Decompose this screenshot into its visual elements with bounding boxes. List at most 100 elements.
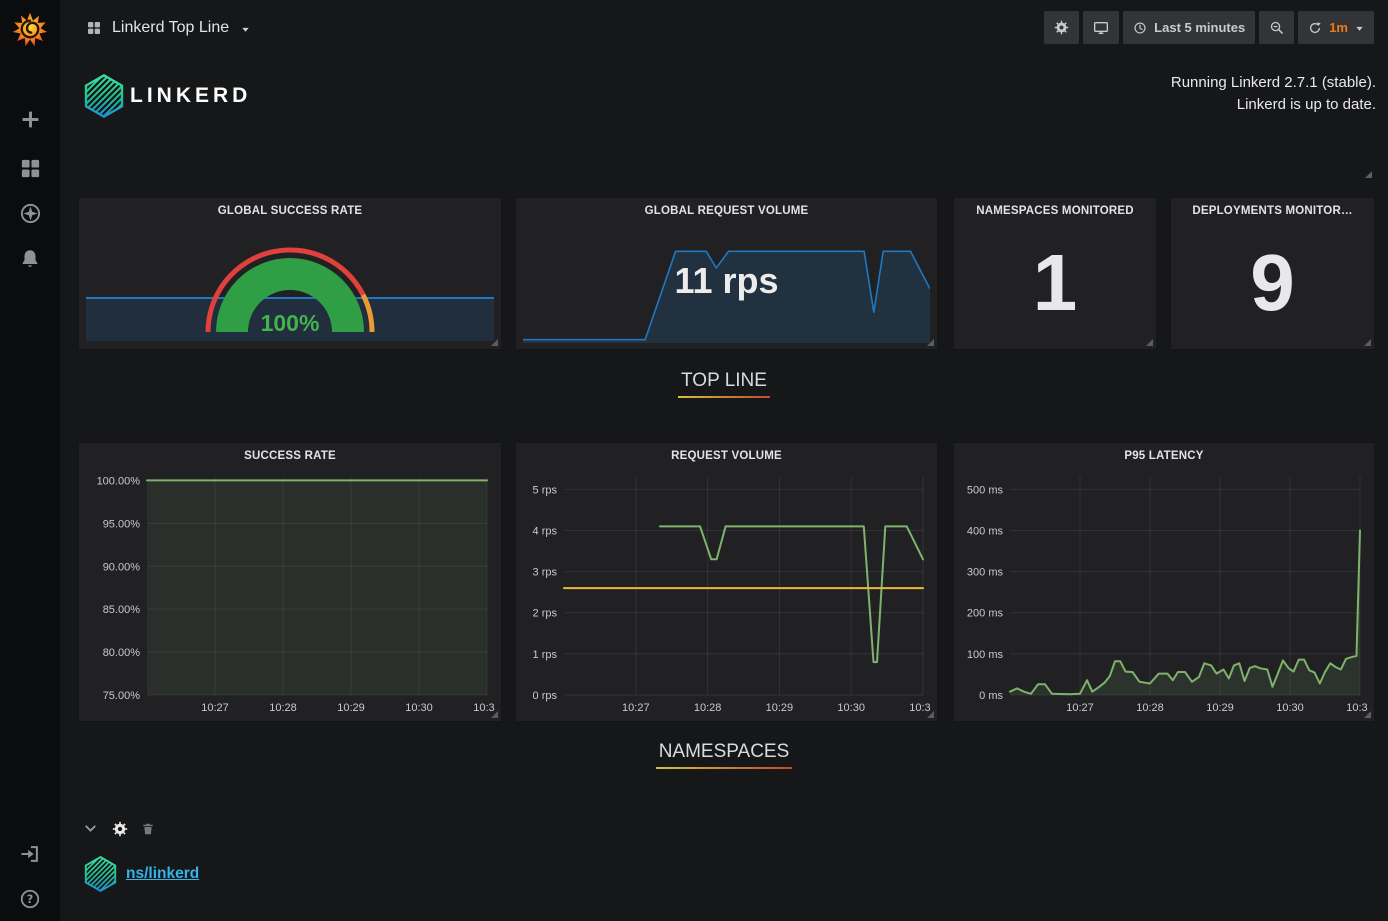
p95-latency-chart[interactable]: 0 ms 100 ms 200 ms 300 ms 400 ms 500 ms 10:27 1… xyxy=(958,469,1368,719)
stat-value: 9 xyxy=(1171,216,1374,349)
sidebar-signin-button[interactable] xyxy=(0,833,60,875)
dashboard-settings-button[interactable] xyxy=(1044,11,1079,44)
svg-text:10:27: 10:27 xyxy=(1066,702,1094,714)
panel-request-volume: REQUEST VOLUME 0 rps1 rps2 rps3 rps4 rps… xyxy=(515,442,938,722)
sidebar-dashboards-button[interactable] xyxy=(0,147,60,189)
zoom-out-button[interactable] xyxy=(1259,11,1294,44)
panel-resize-handle[interactable] xyxy=(1364,711,1371,718)
chevron-down-icon xyxy=(82,820,99,837)
panel-resize-handle[interactable] xyxy=(491,711,498,718)
sidebar-explore-button[interactable] xyxy=(0,192,60,234)
row-delete-button[interactable] xyxy=(141,822,155,836)
trash-icon xyxy=(141,822,155,836)
grafana-dashboard: Linkerd Top Line Last 5 minutes 1m LINKE… xyxy=(0,0,1388,921)
panel-title[interactable]: REQUEST VOLUME xyxy=(516,450,937,462)
caret-down-icon xyxy=(241,25,250,34)
svg-text:100%: 100% xyxy=(261,310,320,336)
section-title: NAMESPACES xyxy=(656,741,793,763)
panel-title[interactable]: DEPLOYMENTS MONITOR… xyxy=(1171,205,1374,217)
monitor-icon xyxy=(1093,20,1109,36)
panel-title[interactable]: GLOBAL REQUEST VOLUME xyxy=(516,205,937,217)
svg-text:85.00%: 85.00% xyxy=(103,604,141,616)
request-volume-chart[interactable]: 0 rps1 rps2 rps3 rps4 rps5 rps10:2710:28… xyxy=(520,469,931,719)
svg-text:10:28: 10:28 xyxy=(1136,702,1164,714)
svg-text:90.00%: 90.00% xyxy=(103,561,141,573)
svg-text:10:30: 10:30 xyxy=(1276,702,1304,714)
panel-resize-handle[interactable] xyxy=(927,711,934,718)
panel-title[interactable]: NAMESPACES MONITORED xyxy=(954,205,1156,217)
refresh-interval-label: 1m xyxy=(1329,20,1348,35)
svg-text:10:30: 10:30 xyxy=(405,702,433,714)
svg-text:500 ms: 500 ms xyxy=(967,484,1004,496)
svg-text:5 rps: 5 rps xyxy=(533,484,558,496)
navbar-controls: Last 5 minutes 1m xyxy=(1044,11,1374,44)
time-range-button[interactable]: Last 5 minutes xyxy=(1123,11,1255,44)
panel-namespaces-monitored: NAMESPACES MONITORED 1 xyxy=(953,197,1157,350)
linkerd-logo xyxy=(84,74,124,123)
panel-deployments-monitored: DEPLOYMENTS MONITOR… 9 xyxy=(1170,197,1375,350)
panel-success-rate: SUCCESS RATE 75.00% 80.00% 85.00% 90.00% 95.… xyxy=(78,442,502,722)
svg-text:100.00%: 100.00% xyxy=(97,475,141,487)
grafana-logo[interactable] xyxy=(0,6,60,52)
svg-text:3 rps: 3 rps xyxy=(533,567,558,579)
svg-text:100 ms: 100 ms xyxy=(967,649,1004,661)
row-settings-button[interactable] xyxy=(112,821,128,837)
clock-icon xyxy=(1133,21,1147,35)
grafana-flame-icon xyxy=(12,11,48,47)
refresh-button[interactable]: 1m xyxy=(1298,11,1374,44)
svg-text:10:29: 10:29 xyxy=(337,702,365,714)
svg-text:400 ms: 400 ms xyxy=(967,525,1004,537)
panel-global-request-volume: GLOBAL REQUEST VOLUME 11 rps xyxy=(515,197,938,350)
sidebar-create-button[interactable] xyxy=(0,98,60,140)
panel-resize-handle[interactable] xyxy=(1364,339,1371,346)
status-line-1: Running Linkerd 2.7.1 (stable). xyxy=(1171,72,1376,94)
dashboard-grid-icon xyxy=(86,20,102,36)
svg-text:10:30: 10:30 xyxy=(837,702,865,714)
row-controls xyxy=(82,820,155,837)
success-rate-chart[interactable]: 75.00% 80.00% 85.00% 90.00% 95.00% 100.00% 10:… xyxy=(83,469,495,719)
sign-in-icon xyxy=(19,843,41,865)
svg-text:10:29: 10:29 xyxy=(1206,702,1234,714)
stat-value: 11 rps xyxy=(516,260,937,302)
gear-icon xyxy=(1054,20,1069,35)
svg-text:75.00%: 75.00% xyxy=(103,690,141,702)
section-namespaces: NAMESPACES xyxy=(60,741,1388,769)
stat-value: 1 xyxy=(954,216,1156,349)
panel-title[interactable]: SUCCESS RATE xyxy=(79,450,501,462)
svg-text:0 ms: 0 ms xyxy=(979,690,1003,702)
dashboard-title-button[interactable]: Linkerd Top Line xyxy=(80,0,256,55)
svg-text:10:28: 10:28 xyxy=(694,702,722,714)
svg-text:95.00%: 95.00% xyxy=(103,518,141,530)
linkerd-mark-icon xyxy=(84,74,124,118)
section-underline xyxy=(678,396,770,398)
navbar: Linkerd Top Line Last 5 minutes 1m xyxy=(60,0,1388,55)
sidebar-alerting-button[interactable] xyxy=(0,238,60,280)
panel-title[interactable]: GLOBAL SUCCESS RATE xyxy=(79,205,501,217)
svg-text:10:28: 10:28 xyxy=(269,702,297,714)
svg-text:10:29: 10:29 xyxy=(766,702,794,714)
namespace-link[interactable]: ns/linkerd xyxy=(126,865,199,883)
linkerd-wordmark: LINKERD xyxy=(130,84,251,108)
panel-resize-handle[interactable] xyxy=(1365,171,1372,178)
svg-text:10:27: 10:27 xyxy=(201,702,229,714)
tv-mode-button[interactable] xyxy=(1083,11,1119,44)
refresh-icon xyxy=(1308,21,1322,35)
status-line-2: Linkerd is up to date. xyxy=(1171,94,1376,116)
panel-p95-latency: P95 LATENCY 0 ms 100 ms 200 ms 300 ms 400 ms… xyxy=(953,442,1375,722)
svg-text:80.00%: 80.00% xyxy=(103,647,141,659)
svg-text:300 ms: 300 ms xyxy=(967,567,1004,579)
sidebar xyxy=(0,0,60,921)
linkerd-mark-icon xyxy=(84,856,117,892)
panel-title[interactable]: P95 LATENCY xyxy=(954,450,1374,462)
dashboard-title: Linkerd Top Line xyxy=(112,19,229,37)
sidebar-help-button[interactable] xyxy=(0,878,60,920)
namespace-row: ns/linkerd xyxy=(84,856,199,892)
svg-text:4 rps: 4 rps xyxy=(533,525,558,537)
alerting-bell-icon xyxy=(19,248,41,270)
section-underline xyxy=(656,767,793,769)
row-collapse-button[interactable] xyxy=(82,820,99,837)
svg-text:200 ms: 200 ms xyxy=(967,608,1004,620)
svg-text:0 rps: 0 rps xyxy=(533,690,558,702)
explore-compass-icon xyxy=(19,202,42,225)
panel-resize-handle[interactable] xyxy=(1146,339,1153,346)
